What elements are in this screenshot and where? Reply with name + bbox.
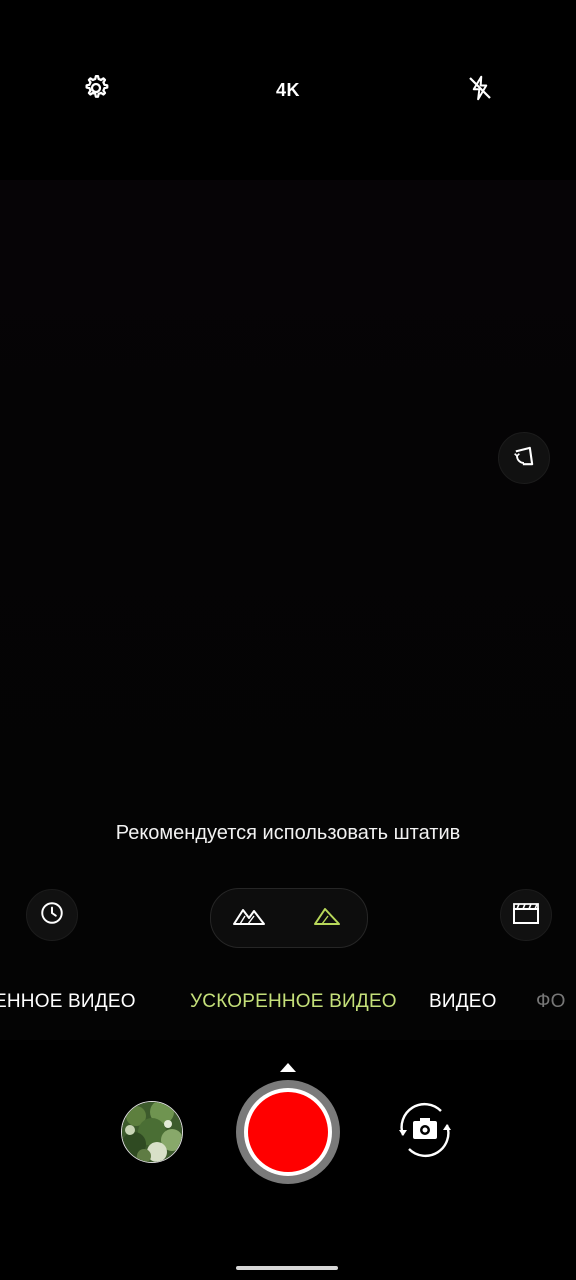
settings-button[interactable] [76, 70, 116, 110]
home-indicator[interactable] [236, 1266, 338, 1270]
timer-button[interactable] [26, 889, 78, 941]
mountains-icon [232, 905, 266, 932]
resolution-label: 4K [275, 79, 300, 100]
scene-option-landscape[interactable] [229, 898, 269, 938]
mode-selector[interactable]: ЕННОЕ ВИДЕО УСКОРЕННОЕ ВИДЕО ВИДЕО ФО [0, 985, 576, 1019]
leveler-button[interactable] [498, 432, 550, 484]
mode-photo[interactable]: ФО [536, 991, 566, 1013]
resolution-button[interactable]: 4K [268, 70, 308, 110]
clapperboard-icon [512, 901, 540, 930]
switch-camera-button[interactable] [392, 1100, 458, 1164]
film-mode-button[interactable] [500, 889, 552, 941]
clock-icon [39, 900, 65, 931]
tripod-hint: Рекомендуется использовать штатив [115, 822, 461, 844]
record-button-ring [244, 1088, 332, 1176]
camera-screen: 4K Рекомендуется использовать штатив ЕНН… [0, 0, 576, 1280]
gallery-thumbnail[interactable] [121, 1101, 183, 1163]
mountain-outline-icon [312, 905, 342, 932]
flash-off-icon [465, 73, 495, 108]
mode-video[interactable]: ВИДЕО [429, 991, 497, 1013]
record-button-core [248, 1092, 328, 1172]
scene-option-mountain[interactable] [307, 898, 347, 938]
switch-camera-icon [394, 1099, 456, 1166]
mode-expand-arrow[interactable] [280, 1063, 296, 1072]
flash-button[interactable] [460, 70, 500, 110]
level-rotate-icon [510, 442, 538, 475]
top-bar: 4K [0, 60, 576, 120]
gear-icon [81, 73, 111, 108]
scene-toggle [210, 888, 368, 948]
mode-slow-video[interactable]: ЕННОЕ ВИДЕО [0, 991, 136, 1013]
mode-timelapse-video[interactable]: УСКОРЕННОЕ ВИДЕО [190, 991, 397, 1013]
record-button[interactable] [236, 1080, 340, 1184]
